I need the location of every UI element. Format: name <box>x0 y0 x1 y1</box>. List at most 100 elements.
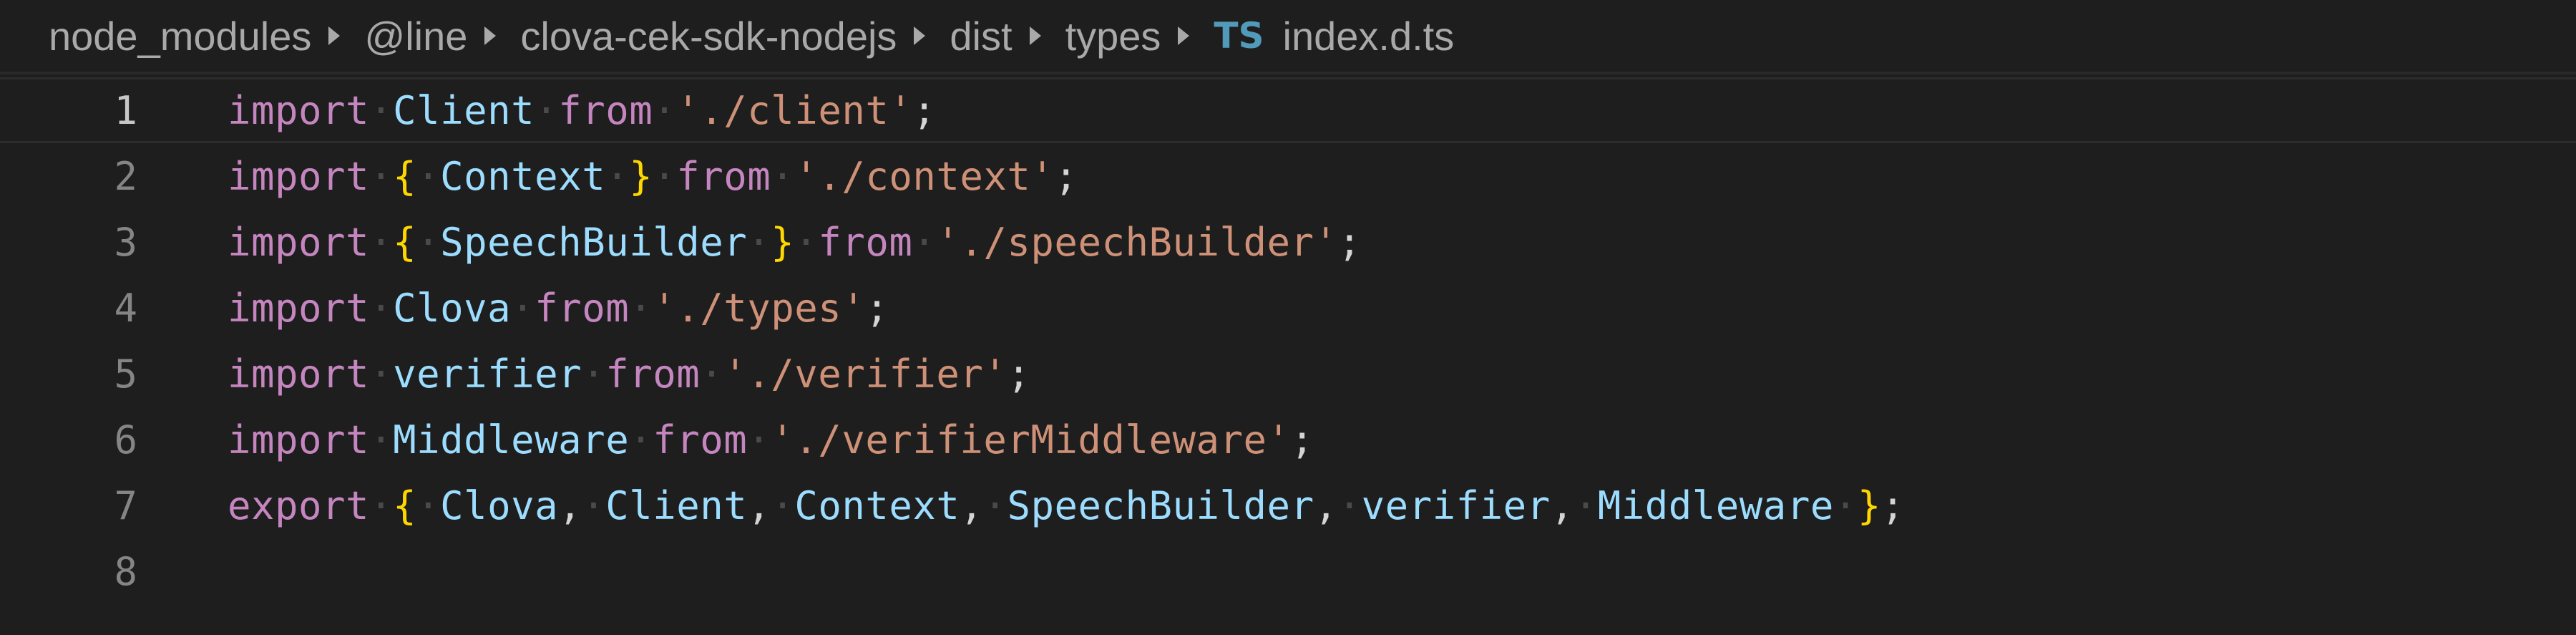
breadcrumb-file-name[interactable]: index.d.ts <box>1283 13 1455 59</box>
whitespace-marker: · <box>535 87 559 133</box>
punctuation-token: , <box>1550 483 1574 528</box>
whitespace-marker: · <box>605 153 630 199</box>
whitespace-marker: · <box>416 153 441 199</box>
punctuation-token: ; <box>1880 483 1905 528</box>
whitespace-marker: · <box>369 153 394 199</box>
breadcrumb: node_modules @line clova-cek-sdk-nodejs … <box>0 0 2576 74</box>
string-token: './context' <box>794 153 1055 199</box>
code-text[interactable]: import·Client·from·'./client'; <box>228 88 936 133</box>
breadcrumb-node-modules[interactable]: node_modules <box>49 13 311 59</box>
whitespace-marker: · <box>369 351 394 397</box>
string-token: './client' <box>676 87 913 133</box>
whitespace-marker: · <box>1574 483 1598 528</box>
whitespace-marker: · <box>511 285 535 331</box>
line-number: 1 <box>114 87 137 133</box>
breadcrumb-clova-sdk[interactable]: clova-cek-sdk-nodejs <box>520 13 897 59</box>
whitespace-marker: · <box>747 417 771 462</box>
chevron-right-icon <box>1178 26 1190 45</box>
whitespace-marker: · <box>653 153 677 199</box>
string-token: './speechBuilder' <box>936 219 1338 265</box>
whitespace-marker: · <box>369 87 394 133</box>
whitespace-marker: · <box>582 483 606 528</box>
whitespace-marker: · <box>653 87 677 133</box>
string-token: './verifierMiddleware' <box>771 417 1291 462</box>
whitespace-marker: · <box>416 219 441 265</box>
line-number: 3 <box>114 219 137 265</box>
keyword-token: import <box>228 417 370 462</box>
identifier-token: SpeechBuilder <box>440 219 748 265</box>
typescript-file-icon: TS <box>1214 15 1264 57</box>
brace-token: } <box>1857 483 1881 528</box>
code-line[interactable]: 7 export·{·Clova,·Client,·Context,·Speech… <box>0 472 2576 538</box>
keyword-token: import <box>228 153 370 199</box>
identifier-token: Client <box>605 483 748 528</box>
code-line[interactable]: 6 import·Middleware·from·'./verifierMiddl… <box>0 407 2576 472</box>
chevron-right-icon <box>914 26 926 45</box>
keyword-token: import <box>228 87 370 133</box>
punctuation-token: ; <box>1290 417 1314 462</box>
breadcrumb-dist[interactable]: dist <box>950 13 1012 59</box>
whitespace-marker: · <box>794 219 819 265</box>
punctuation-token: , <box>558 483 582 528</box>
line-number: 8 <box>114 548 137 594</box>
punctuation-token: ; <box>1054 153 1078 199</box>
identifier-token: Middleware <box>393 417 630 462</box>
keyword-token: from <box>676 153 771 199</box>
code-text[interactable]: import·verifier·from·'./verifier'; <box>228 352 1030 397</box>
whitespace-marker: · <box>369 417 394 462</box>
code-text[interactable]: import·Clova·from·'./types'; <box>228 286 889 331</box>
line-number: 5 <box>114 351 137 397</box>
breadcrumb-types[interactable]: types <box>1065 13 1161 59</box>
whitespace-marker: · <box>416 483 441 528</box>
code-line[interactable]: 3 import·{·SpeechBuilder·}·from·'./speech… <box>0 209 2576 275</box>
identifier-token: SpeechBuilder <box>1007 483 1314 528</box>
code-line[interactable]: 2 import·{·Context·}·from·'./context'; <box>0 143 2576 209</box>
whitespace-marker: · <box>771 483 795 528</box>
code-line[interactable]: 1 import·Client·from·'./client'; <box>0 77 2576 143</box>
whitespace-marker: · <box>369 219 394 265</box>
string-token: './verifier' <box>723 351 1008 397</box>
identifier-token: verifier <box>1361 483 1551 528</box>
chevron-right-icon <box>328 26 341 45</box>
code-editor[interactable]: 1 import·Client·from·'./client'; 2 import·{… <box>0 77 2576 635</box>
whitespace-marker: · <box>747 219 771 265</box>
brace-token: } <box>629 153 653 199</box>
whitespace-marker: · <box>983 483 1008 528</box>
keyword-token: import <box>228 351 370 397</box>
punctuation-token: ; <box>865 285 889 331</box>
brace-token: { <box>393 483 417 528</box>
identifier-token: Middleware <box>1597 483 1834 528</box>
identifier-token: Clova <box>440 483 559 528</box>
whitespace-marker: · <box>700 351 724 397</box>
keyword-token: from <box>605 351 701 397</box>
keyword-token: import <box>228 219 370 265</box>
whitespace-marker: · <box>912 219 937 265</box>
punctuation-token: , <box>747 483 771 528</box>
string-token: './types' <box>653 285 866 331</box>
code-text[interactable]: import·Middleware·from·'./verifierMiddle… <box>228 417 1314 462</box>
breadcrumb-line-scope[interactable]: @line <box>364 13 467 59</box>
line-number: 6 <box>114 417 137 462</box>
code-text[interactable]: import·{·Context·}·from·'./context'; <box>228 154 1078 199</box>
code-text[interactable]: import·{·SpeechBuilder·}·from·'./speechB… <box>228 220 1362 265</box>
chevron-right-icon <box>1029 26 1041 45</box>
whitespace-marker: · <box>369 483 394 528</box>
punctuation-token: , <box>960 483 984 528</box>
code-line[interactable]: 4 import·Clova·from·'./types'; <box>0 275 2576 341</box>
keyword-token: import <box>228 285 370 331</box>
identifier-token: Clova <box>393 285 512 331</box>
brace-token: { <box>393 219 417 265</box>
identifier-token: Client <box>393 87 535 133</box>
whitespace-marker: · <box>629 417 653 462</box>
whitespace-marker: · <box>1337 483 1362 528</box>
keyword-token: from <box>558 87 653 133</box>
keyword-token: from <box>535 285 630 331</box>
code-line[interactable]: 8 <box>0 538 2576 604</box>
line-number: 4 <box>114 285 137 331</box>
punctuation-token: ; <box>1007 351 1031 397</box>
line-number: 7 <box>114 483 137 528</box>
line-number: 2 <box>114 153 137 199</box>
keyword-token: export <box>228 483 370 528</box>
code-text[interactable]: export·{·Clova,·Client,·Context,·SpeechB… <box>228 483 1905 528</box>
code-line[interactable]: 5 import·verifier·from·'./verifier'; <box>0 341 2576 407</box>
